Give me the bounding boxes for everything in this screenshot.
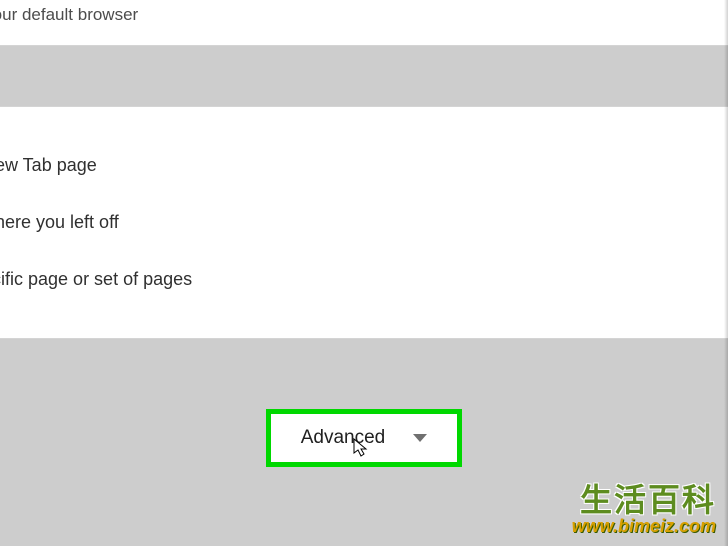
advanced-container: Advanced bbox=[0, 409, 728, 467]
on-startup-section: New Tab page where you left off ecific p… bbox=[0, 106, 728, 339]
default-browser-section: e your default browser bbox=[0, 0, 728, 46]
default-browser-text: e your default browser bbox=[0, 5, 728, 25]
startup-option-specific[interactable]: ecific page or set of pages bbox=[0, 251, 728, 308]
watermark: 生活百科 www.bimeiz.com bbox=[572, 484, 716, 538]
watermark-title: 生活百科 bbox=[572, 484, 716, 516]
chevron-down-icon bbox=[413, 434, 427, 442]
startup-option-continue[interactable]: where you left off bbox=[0, 194, 728, 251]
advanced-toggle-button[interactable]: Advanced bbox=[266, 409, 463, 467]
watermark-url: www.bimeiz.com bbox=[572, 516, 716, 538]
advanced-label: Advanced bbox=[301, 427, 386, 449]
right-edge-shadow bbox=[724, 0, 728, 546]
startup-option-new-tab[interactable]: New Tab page bbox=[0, 137, 728, 194]
